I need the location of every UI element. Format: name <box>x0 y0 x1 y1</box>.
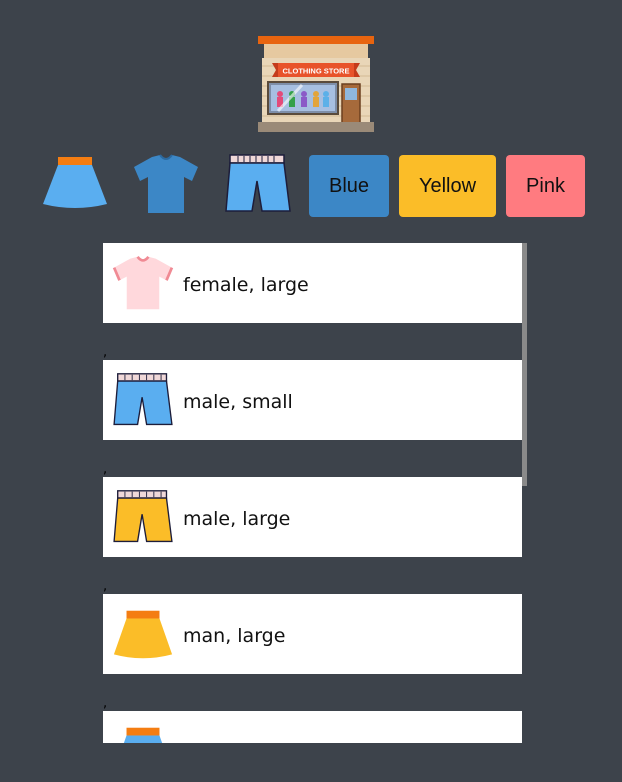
tshirt-icon <box>134 154 198 213</box>
shorts-filter-button[interactable] <box>224 153 292 215</box>
product-list[interactable]: female, large , male, small , male, larg… <box>103 243 529 743</box>
separator: , <box>103 345 108 360</box>
tshirt-icon <box>111 255 175 311</box>
separator: , <box>103 579 108 594</box>
skirt-icon <box>111 723 175 743</box>
item-label: male, large <box>183 508 291 530</box>
blue-filter-button[interactable]: Blue <box>309 155 389 217</box>
skirt-filter-button[interactable] <box>42 156 108 210</box>
scrollbar-thumb[interactable] <box>522 243 527 486</box>
shorts-icon <box>225 154 291 212</box>
separator: , <box>103 462 108 477</box>
shorts-icon <box>111 372 175 428</box>
list-item[interactable]: man, large <box>103 594 522 674</box>
clothing-store-icon: CLOTHING STORE <box>258 36 374 132</box>
list-item[interactable]: male, large <box>103 477 522 557</box>
skirt-icon <box>111 606 175 662</box>
pink-filter-button[interactable]: Pink <box>506 155 585 217</box>
separator: , <box>103 696 108 711</box>
item-label: man, large <box>183 625 286 647</box>
yellow-filter-button[interactable]: Yellow <box>399 155 496 217</box>
clothing-store-logo: CLOTHING STORE <box>258 36 374 132</box>
list-item[interactable]: female, large <box>103 243 522 323</box>
item-label: male, small <box>183 391 293 413</box>
shorts-icon <box>111 489 175 545</box>
skirt-icon <box>43 157 107 208</box>
logo-text: CLOTHING STORE <box>283 67 350 76</box>
tshirt-filter-button[interactable] <box>132 153 200 215</box>
list-item[interactable]: male, small <box>103 360 522 440</box>
list-item[interactable] <box>103 711 522 743</box>
item-label: female, large <box>183 274 309 296</box>
